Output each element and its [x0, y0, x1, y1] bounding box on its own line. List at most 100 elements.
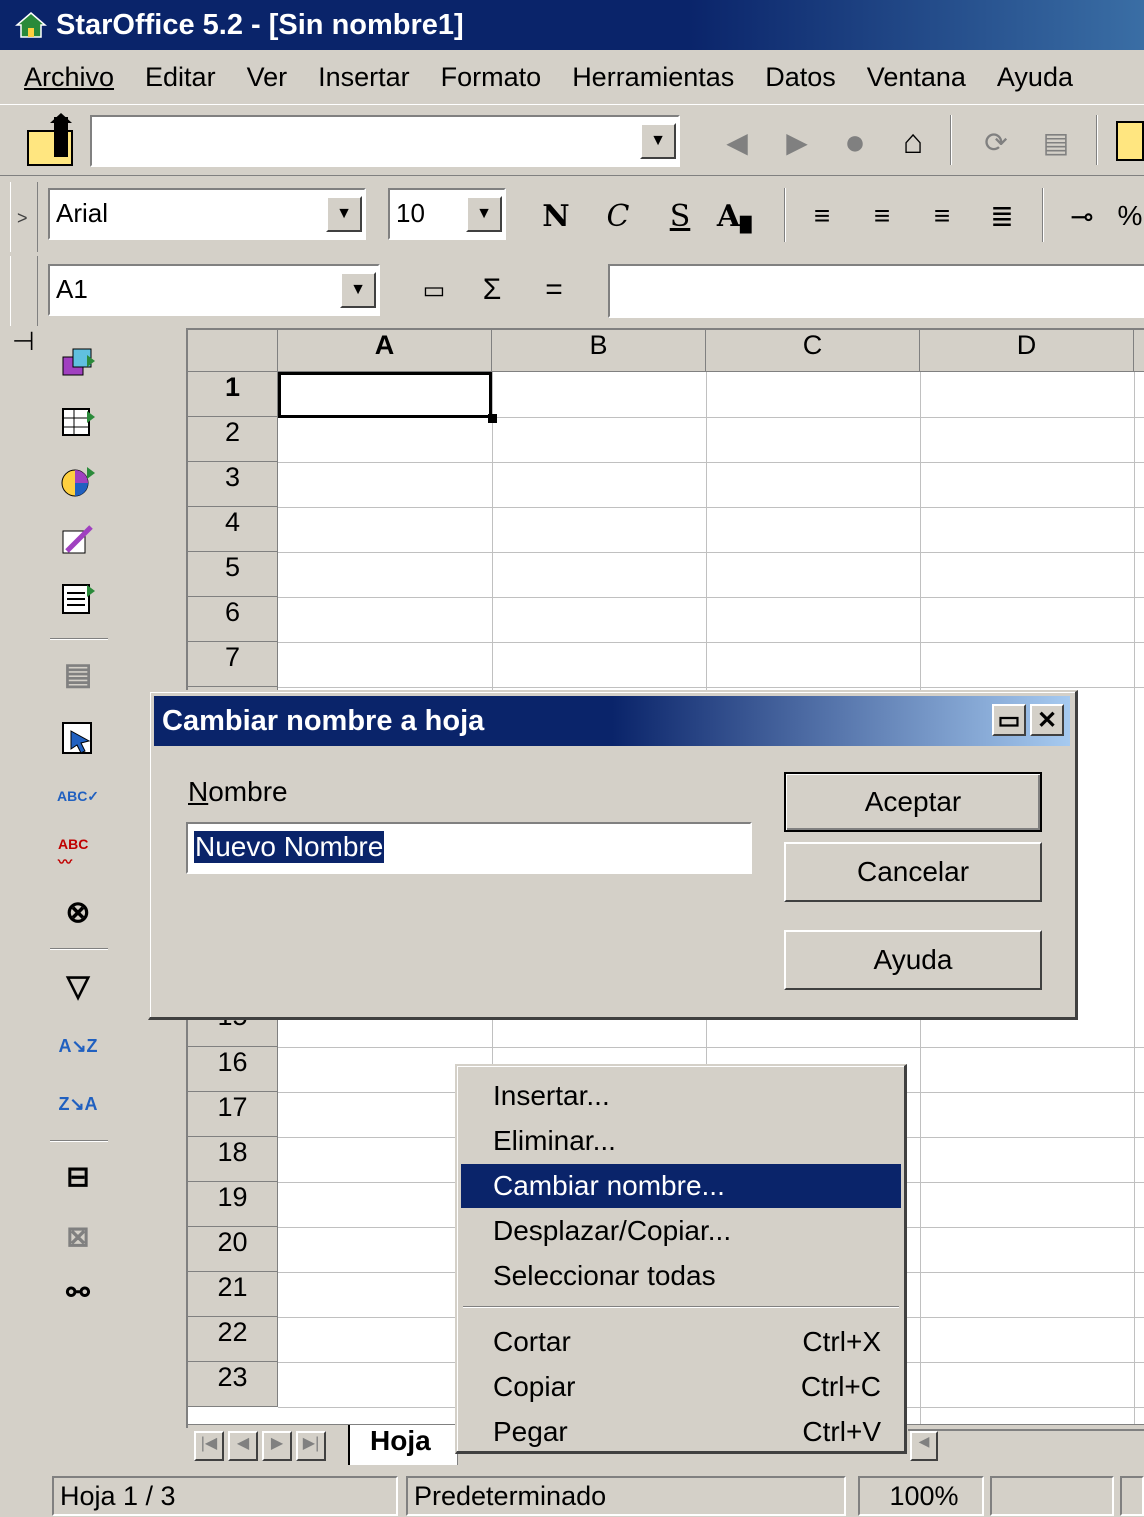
menu-formato[interactable]: Formato — [441, 62, 542, 93]
open-folder-icon[interactable] — [24, 113, 82, 171]
status-insert-mode[interactable] — [990, 1476, 1114, 1516]
row-header[interactable]: 16 — [188, 1047, 278, 1092]
status-zoom[interactable]: 100% — [858, 1476, 984, 1516]
menu-item-cambiar-nombre[interactable]: Cambiar nombre... — [461, 1164, 901, 1208]
font-name-combo[interactable]: Arial ▼ — [48, 188, 366, 240]
main-toolbar-handle[interactable]: ⊣ — [10, 326, 40, 1466]
window-title-bar[interactable]: StarOffice 5.2 - [Sin nombre1] — [0, 0, 1144, 50]
name-box[interactable]: A1 ▼ — [48, 264, 380, 316]
font-color-icon[interactable]: A▖ — [717, 194, 763, 238]
home-icon[interactable]: ⌂ — [892, 121, 934, 163]
corner-select-all[interactable] — [188, 330, 278, 372]
italic-button[interactable]: C — [598, 194, 638, 238]
column-header-d[interactable]: D — [920, 330, 1134, 372]
row-header[interactable]: 5 — [188, 552, 278, 597]
column-header-b[interactable]: B — [492, 330, 706, 372]
bold-button[interactable]: N — [536, 194, 576, 238]
column-header-e[interactable] — [1134, 330, 1144, 372]
menu-item-cortar[interactable]: Cortar Ctrl+X — [461, 1320, 901, 1364]
align-left-icon[interactable]: ≡ — [800, 194, 844, 238]
toolbar-handle[interactable]: > — [10, 182, 38, 252]
hyperlink-icon[interactable]: ⚯ — [58, 1272, 98, 1312]
insert-rows-icon[interactable]: ⊟ — [58, 1156, 98, 1196]
menu-item-pegar[interactable]: Pegar Ctrl+V — [461, 1410, 901, 1454]
row-header[interactable]: 2 — [188, 417, 278, 462]
insert-form-icon[interactable] — [58, 578, 98, 618]
status-page-style[interactable]: Predeterminado — [406, 1476, 846, 1516]
close-icon[interactable]: ✕ — [1030, 704, 1064, 736]
function-autopilot-icon[interactable]: ▭ — [412, 270, 456, 310]
align-center-icon[interactable]: ≡ — [860, 194, 904, 238]
percent-format-icon[interactable]: % — [1116, 194, 1144, 238]
ok-button[interactable]: Aceptar — [784, 772, 1042, 832]
font-name-dropdown-button[interactable]: ▼ — [326, 196, 362, 232]
find-binoculars-icon[interactable]: ⊗ — [58, 892, 98, 932]
scroll-left-button[interactable]: ◀ — [910, 1431, 938, 1461]
row-header[interactable]: 17 — [188, 1092, 278, 1137]
cancel-button[interactable]: Cancelar — [784, 842, 1042, 902]
url-combo[interactable]: ▼ — [90, 115, 680, 167]
name-box-dropdown-button[interactable]: ▼ — [340, 272, 376, 308]
menu-item-eliminar[interactable]: Eliminar... — [461, 1119, 901, 1163]
menu-item-copiar[interactable]: Copiar Ctrl+C — [461, 1365, 901, 1409]
active-cell-a1[interactable] — [278, 372, 492, 418]
stop-icon[interactable]: ● — [834, 121, 876, 163]
auto-spellcheck-icon[interactable]: ABC〰 — [58, 834, 98, 874]
menu-archivo[interactable]: Archivo — [24, 62, 114, 93]
edit-file-icon[interactable]: ▤ — [1030, 121, 1082, 163]
menu-ventana[interactable]: Ventana — [867, 62, 966, 93]
underline-button[interactable]: S — [660, 194, 700, 238]
toolbar-handle[interactable] — [10, 256, 38, 326]
row-header[interactable]: 6 — [188, 597, 278, 642]
reload-icon[interactable]: ⟳ — [970, 121, 1022, 163]
sum-button[interactable]: Σ — [470, 270, 514, 310]
forward-arrow-icon[interactable]: ▶ — [778, 123, 816, 161]
menu-ayuda[interactable]: Ayuda — [997, 62, 1073, 93]
justify-icon[interactable]: ≣ — [980, 194, 1024, 238]
menu-item-desplazar-copiar[interactable]: Desplazar/Copiar... — [461, 1209, 901, 1253]
insert-cells-icon[interactable] — [58, 402, 98, 442]
horizontal-scrollbar[interactable]: ◀ — [908, 1429, 1144, 1463]
row-header[interactable]: 23 — [188, 1362, 278, 1407]
sheet-tab-active[interactable]: Hoja — [348, 1425, 458, 1465]
insert-object-icon[interactable] — [58, 344, 98, 384]
status-selection-mode[interactable] — [1120, 1476, 1144, 1516]
sort-descending-icon[interactable]: Z↘A — [58, 1084, 98, 1124]
prev-sheet-button[interactable]: ◀ — [228, 1431, 258, 1461]
column-header-a[interactable]: A — [278, 330, 492, 372]
align-right-icon[interactable]: ≡ — [920, 194, 964, 238]
font-name-value[interactable]: Arial — [56, 198, 108, 229]
last-sheet-button[interactable]: ▶| — [296, 1431, 326, 1461]
insert-draw-icon[interactable] — [58, 520, 98, 560]
font-size-dropdown-button[interactable]: ▼ — [466, 196, 502, 232]
row-header[interactable]: 22 — [188, 1317, 278, 1362]
row-header[interactable]: 1 — [188, 372, 278, 417]
folder-icon[interactable] — [1116, 121, 1144, 161]
row-header[interactable]: 3 — [188, 462, 278, 507]
fill-handle[interactable] — [488, 414, 497, 423]
insert-chart-icon[interactable] — [58, 462, 98, 502]
column-header-c[interactable]: C — [706, 330, 920, 372]
row-header[interactable]: 18 — [188, 1137, 278, 1182]
url-dropdown-button[interactable]: ▼ — [640, 123, 676, 159]
edit-mode-icon[interactable]: ▤ — [58, 654, 98, 694]
sheet-name-field[interactable]: Nuevo Nombre — [186, 822, 752, 874]
menu-item-insertar[interactable]: Insertar... — [461, 1074, 901, 1118]
row-header[interactable]: 20 — [188, 1227, 278, 1272]
menu-datos[interactable]: Datos — [765, 62, 836, 93]
sort-ascending-icon[interactable]: A↘Z — [58, 1026, 98, 1066]
menu-ver[interactable]: Ver — [247, 62, 288, 93]
sheet-name-value[interactable]: Nuevo Nombre — [194, 831, 385, 863]
help-button[interactable]: Ayuda — [784, 930, 1042, 990]
font-size-value[interactable]: 10 — [396, 198, 425, 229]
function-button[interactable]: = — [532, 270, 576, 310]
autofilter-icon[interactable]: ▽ — [58, 966, 98, 1006]
row-header[interactable]: 19 — [188, 1182, 278, 1227]
menu-item-seleccionar-todas[interactable]: Seleccionar todas — [461, 1254, 901, 1298]
menu-editar[interactable]: Editar — [145, 62, 216, 93]
pin-icon[interactable]: ⊣ — [12, 326, 35, 396]
cell-reference[interactable]: A1 — [56, 274, 88, 305]
font-size-combo[interactable]: 10 ▼ — [388, 188, 506, 240]
row-header[interactable]: 4 — [188, 507, 278, 552]
row-header[interactable]: 21 — [188, 1272, 278, 1317]
